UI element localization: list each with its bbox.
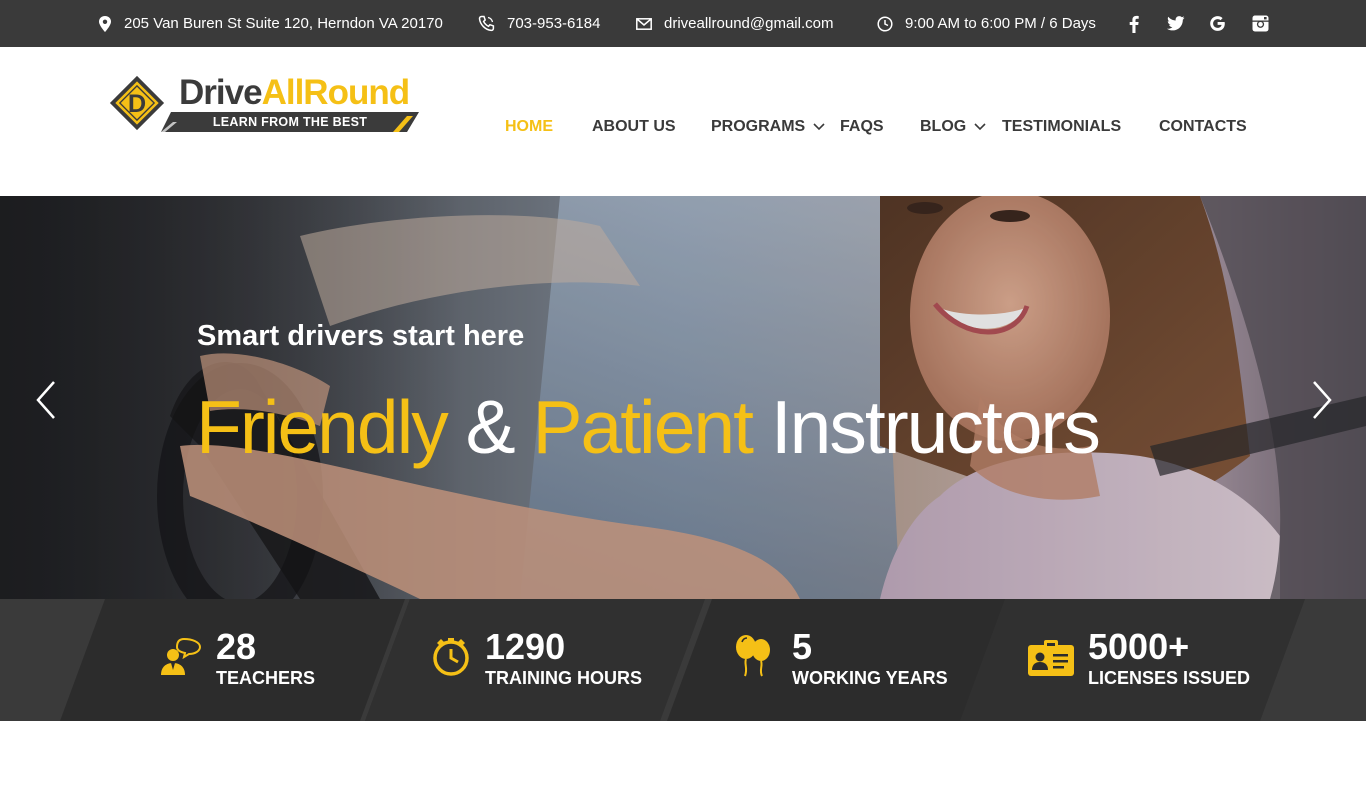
chevron-down-icon[interactable]: [813, 123, 825, 131]
nav-testimonials-label[interactable]: TESTIMONIALS: [1002, 118, 1121, 136]
nav-contacts-label[interactable]: CONTACTS: [1159, 118, 1247, 136]
clock-icon: [433, 638, 469, 676]
stat-training-hours-value: 1290: [485, 626, 566, 667]
hero-subtitle: Smart drivers start here: [197, 320, 525, 352]
email-info[interactable]: driveallround@gmail.com: [636, 0, 833, 47]
logo-name-part2: AllRound: [261, 73, 411, 112]
nav-item-faqs[interactable]: FAQS: [840, 117, 884, 137]
facebook-icon[interactable]: [1123, 0, 1145, 47]
nav-programs-label[interactable]: PROGRAMS: [711, 118, 805, 136]
hero-title: Friendly & Patient Instructors: [196, 384, 1101, 470]
phone-text[interactable]: 703-953-6184: [507, 15, 600, 32]
slider-prev-arrow-icon[interactable]: [32, 380, 62, 420]
nav-item-contacts[interactable]: CONTACTS: [1159, 117, 1247, 137]
license-card-icon: [1028, 640, 1074, 676]
phone-info[interactable]: 703-953-6184: [478, 0, 600, 47]
instagram-icon[interactable]: [1249, 0, 1271, 47]
phone-icon: [478, 15, 495, 32]
nav-item-programs[interactable]: PROGRAMS: [711, 117, 825, 137]
chevron-down-icon[interactable]: [974, 123, 986, 131]
site-logo[interactable]: D DriveAllRound LEARN FROM THE BEST: [105, 71, 425, 143]
hero-title-part1: Friendly: [196, 385, 449, 469]
stat-working-years-label: WORKING YEARS: [792, 668, 948, 688]
clock-outline-icon: [877, 15, 893, 32]
logo-diamond-icon: D: [109, 75, 165, 131]
hours-info: 9:00 AM to 6:00 PM / 6 Days: [877, 0, 1096, 47]
nav-item-about[interactable]: ABOUT US: [592, 117, 676, 137]
stat-licenses-issued-value: 5000+: [1088, 626, 1190, 667]
hero-slider: Smart drivers start here Friendly & Pati…: [0, 196, 1366, 599]
envelope-icon: [636, 17, 652, 30]
logo-wordmark: DriveAllRound: [179, 73, 411, 113]
logo-tagline: LEARN FROM THE BEST: [212, 115, 368, 129]
hero-title-part4: Instructors: [770, 385, 1101, 469]
teacher-icon: [161, 637, 202, 675]
nav-item-home[interactable]: HOME: [505, 117, 553, 137]
stat-working-years-value: 5: [792, 626, 813, 667]
stat-training-hours-label: TRAINING HOURS: [485, 668, 642, 688]
nav-item-testimonials[interactable]: TESTIMONIALS: [1002, 117, 1121, 137]
balloons-icon: [736, 635, 770, 677]
logo-name-part1: Drive: [179, 73, 263, 112]
nav-home-label[interactable]: HOME: [505, 118, 553, 136]
hours-text: 9:00 AM to 6:00 PM / 6 Days: [905, 15, 1096, 32]
svg-text:D: D: [128, 90, 146, 118]
stats-bar: 28 TEACHERS 1290 TRAINING HOURS 5 WORKIN…: [0, 599, 1366, 721]
address-text: 205 Van Buren St Suite 120, Herndon VA 2…: [124, 15, 443, 32]
hero-title-part2: &: [465, 385, 516, 469]
stat-licenses-issued-label: LICENSES ISSUED: [1088, 668, 1251, 688]
slider-next-arrow-icon[interactable]: [1306, 380, 1336, 420]
stat-teachers-label: TEACHERS: [216, 668, 316, 688]
top-info-bar: 205 Van Buren St Suite 120, Herndon VA 2…: [0, 0, 1366, 47]
email-text[interactable]: driveallround@gmail.com: [664, 15, 833, 32]
address-info: 205 Van Buren St Suite 120, Herndon VA 2…: [98, 0, 443, 47]
nav-about-label[interactable]: ABOUT US: [592, 118, 676, 136]
site-header: D DriveAllRound LEARN FROM THE BEST HOME…: [0, 47, 1366, 196]
stat-teachers-value: 28: [216, 626, 257, 667]
nav-faqs-label[interactable]: FAQS: [840, 118, 884, 136]
nav-blog-label[interactable]: BLOG: [920, 118, 966, 136]
google-icon[interactable]: [1206, 0, 1228, 47]
map-pin-icon: [99, 15, 111, 32]
hero-title-part3: Patient: [532, 385, 753, 469]
twitter-icon[interactable]: [1165, 0, 1187, 47]
nav-item-blog[interactable]: BLOG: [920, 117, 986, 137]
